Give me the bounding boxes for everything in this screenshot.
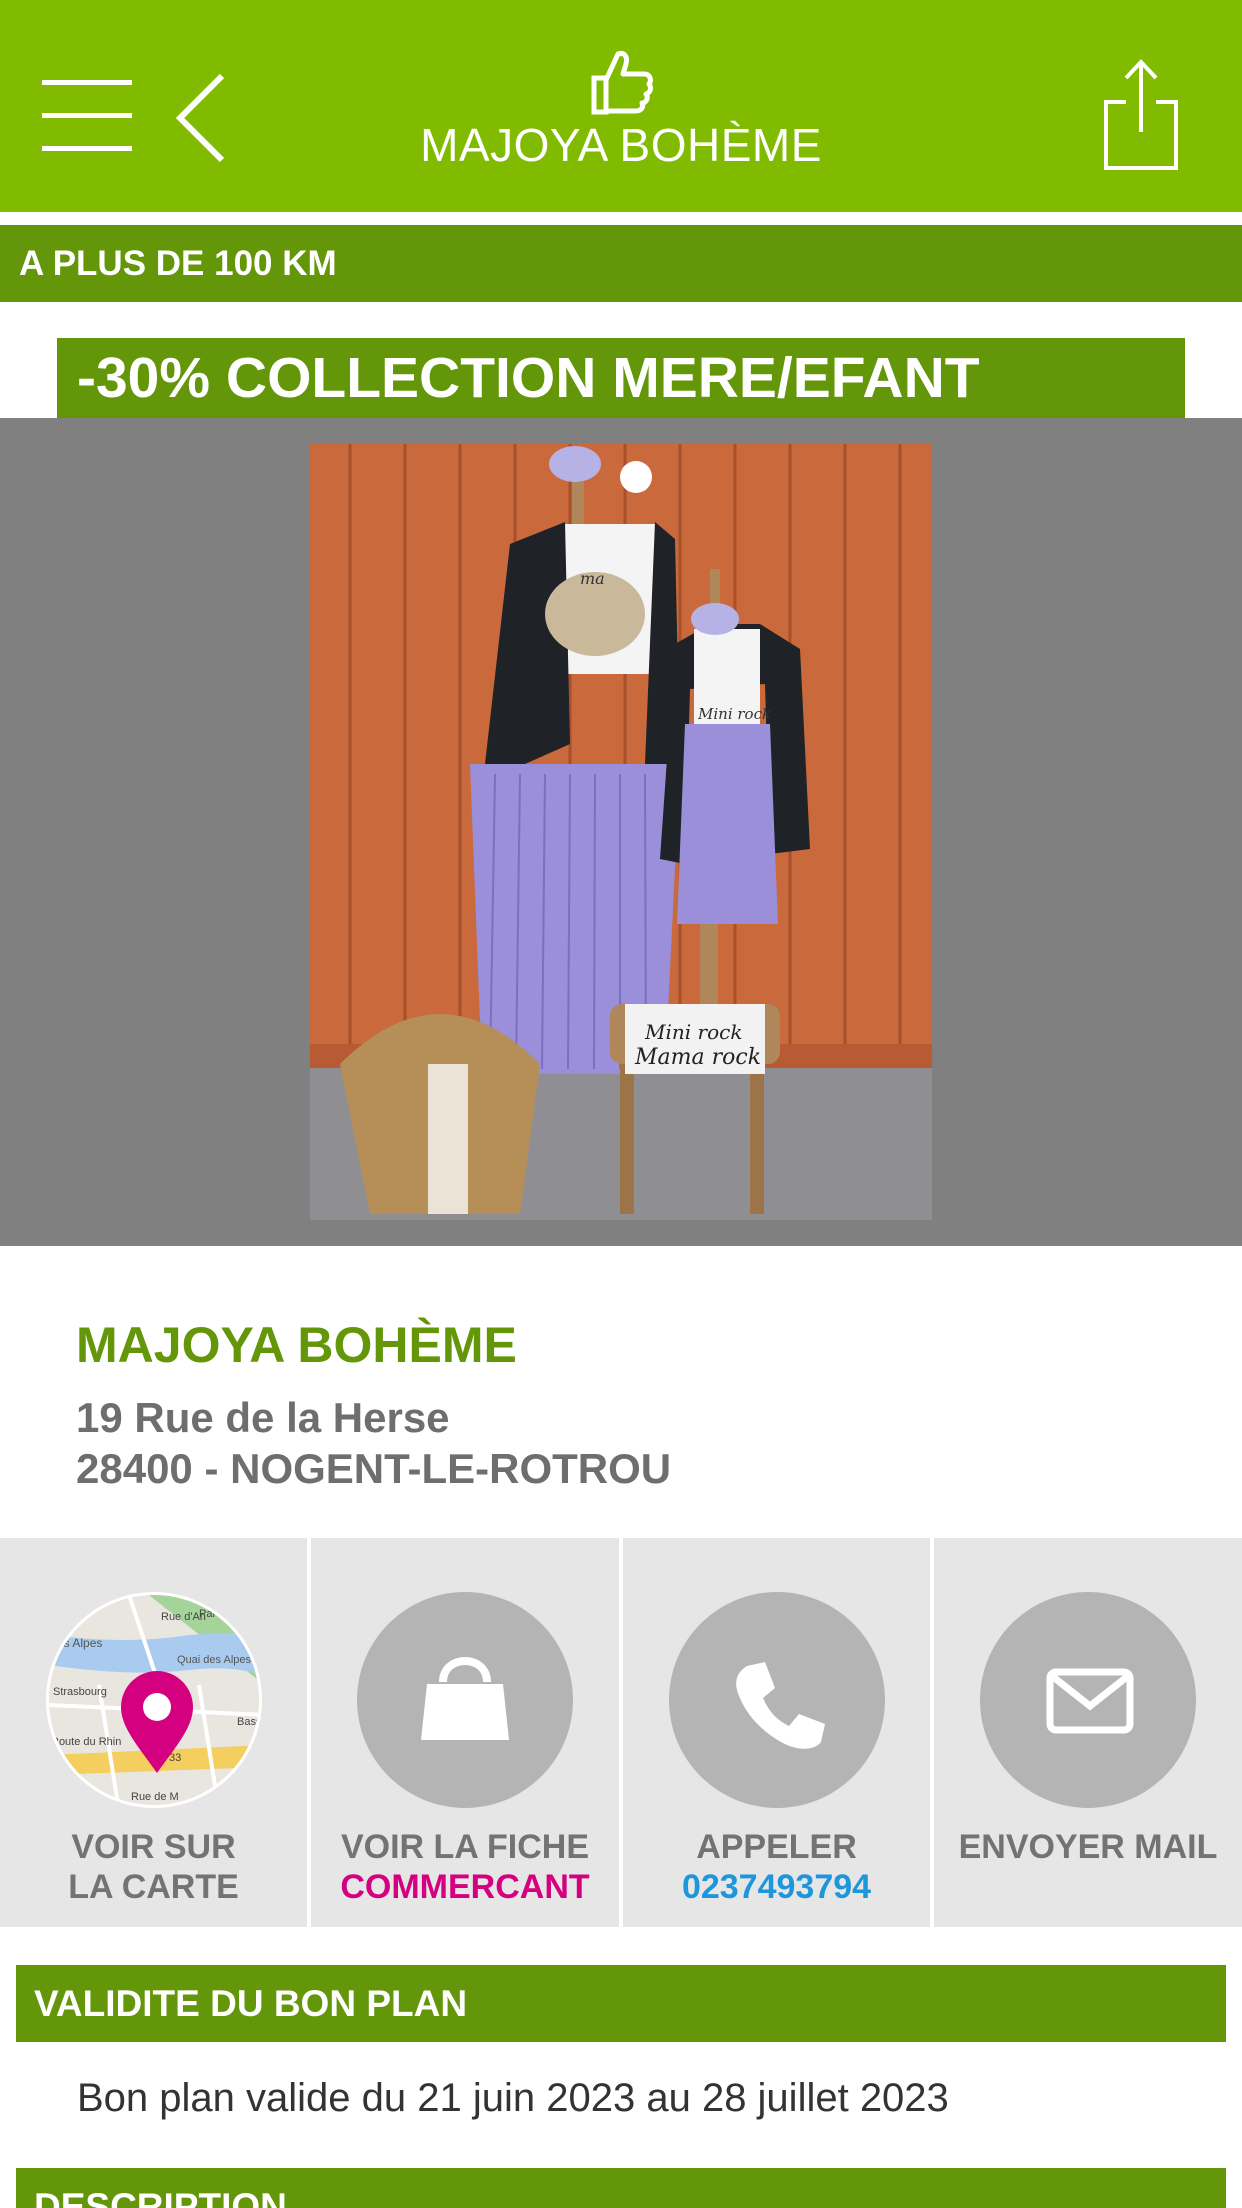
shop-sheet-line1: VOIR LA FICHE bbox=[340, 1828, 590, 1866]
shop-address: 19 Rue de la Herse 28400 - NOGENT-LE-ROT… bbox=[76, 1392, 671, 1494]
map-action-line1: VOIR SUR bbox=[71, 1828, 236, 1866]
top-app-bar: MAJOYA BOHÈME bbox=[0, 0, 1242, 212]
phone-number[interactable]: 0237493794 bbox=[623, 1867, 930, 1907]
address-city: 28400 - NOGENT-LE-ROTROU bbox=[76, 1445, 672, 1492]
distance-label: A PLUS DE 100 KM bbox=[0, 225, 1242, 302]
offer-photo-carousel[interactable]: ma Mini rock Mini rock Mama rock bbox=[0, 418, 1242, 1246]
shop-sheet-action-button[interactable]: VOIR LA FICHE COMMERCANT bbox=[311, 1538, 619, 1927]
map-label-alpes: es Alpes bbox=[57, 1636, 102, 1650]
validity-header: VALIDITE DU BON PLAN bbox=[16, 1965, 1226, 2042]
mail-action-label: ENVOYER MAIL bbox=[934, 1827, 1242, 1867]
map-label-route-rhin: Route du Rhin bbox=[51, 1736, 121, 1748]
map-label-strasbourg: Strasbourg bbox=[53, 1686, 107, 1698]
carousel-indicator-dot[interactable] bbox=[620, 461, 652, 493]
mini-shirt-text: Mini rock bbox=[697, 705, 771, 723]
offer-photo: ma Mini rock Mini rock Mama rock bbox=[310, 444, 932, 1220]
envelope-icon bbox=[980, 1592, 1196, 1808]
address-street: 19 Rue de la Herse bbox=[76, 1394, 450, 1441]
call-action-button[interactable]: APPELER 0237493794 bbox=[623, 1538, 930, 1927]
thumbs-up-icon bbox=[586, 48, 656, 118]
mail-action-button[interactable]: ENVOYER MAIL bbox=[934, 1538, 1242, 1927]
action-tiles: es Alpes Quai des Alpes Strasbourg Route… bbox=[0, 1538, 1242, 1927]
map-label-bassi: Bassi bbox=[237, 1716, 262, 1728]
map-label-parc: Parc bbox=[199, 1608, 222, 1620]
map-action-button[interactable]: es Alpes Quai des Alpes Strasbourg Route… bbox=[0, 1538, 307, 1927]
mama-shirt-text: ma bbox=[580, 569, 605, 588]
map-thumbnail: es Alpes Quai des Alpes Strasbourg Route… bbox=[45, 1592, 262, 1808]
call-line1: APPELER bbox=[696, 1828, 857, 1866]
call-action-label: APPELER 0237493794 bbox=[623, 1827, 930, 1907]
offer-title: -30% COLLECTION MERE/EFANT bbox=[57, 338, 1185, 418]
map-action-label: VOIR SUR LA CARTE bbox=[0, 1827, 307, 1907]
share-icon[interactable] bbox=[1102, 58, 1182, 174]
photo-text-mama: Mama rock bbox=[634, 1045, 761, 1070]
validity-text: Bon plan valide du 21 juin 2023 au 28 ju… bbox=[77, 2076, 949, 2120]
shop-sheet-action-label: VOIR LA FICHE COMMERCANT bbox=[311, 1827, 619, 1907]
map-action-line2: LA CARTE bbox=[68, 1868, 239, 1906]
mail-line1: ENVOYER MAIL bbox=[958, 1828, 1218, 1866]
phone-icon bbox=[668, 1592, 885, 1808]
photo-text-mini: Mini rock bbox=[644, 1020, 742, 1044]
shop-name: MAJOYA BOHÈME bbox=[76, 1317, 517, 1373]
shop-sheet-line2: COMMERCANT bbox=[340, 1868, 590, 1906]
map-label-rue-m: Rue de M bbox=[131, 1791, 179, 1803]
map-label-quai: Quai des Alpes bbox=[177, 1654, 251, 1666]
description-header: DESCRIPTION bbox=[16, 2168, 1226, 2208]
shopping-bag-icon bbox=[357, 1592, 573, 1808]
page-title: MAJOYA BOHÈME bbox=[420, 119, 822, 171]
